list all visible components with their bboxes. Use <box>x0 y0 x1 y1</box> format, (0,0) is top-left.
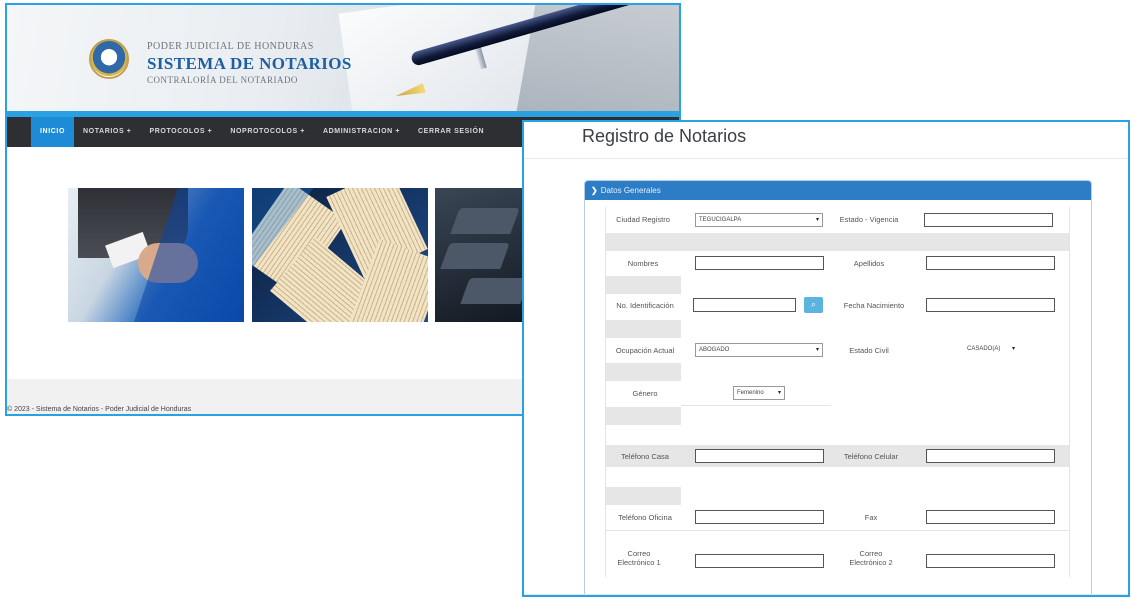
grid-line <box>1069 207 1070 577</box>
correo-2-label: Correo Electrónico 2 <box>849 549 893 567</box>
estado-civil-label: Estado Civil <box>849 346 889 355</box>
estado-civil-select[interactable]: CASADO(A) ▾ <box>964 343 1018 357</box>
separator-cell <box>605 487 681 505</box>
nombres-field[interactable] <box>695 256 824 270</box>
separator-cell <box>605 320 681 338</box>
nav-notarios[interactable]: NOTARIOS + <box>74 117 140 147</box>
estado-vigencia-label: Estado - Vigencia <box>839 215 899 224</box>
chevron-down-icon: ▾ <box>815 217 819 223</box>
grid-line <box>605 207 606 577</box>
correo-1-field[interactable] <box>695 554 824 568</box>
chevron-down-icon: ▾ <box>1011 346 1015 352</box>
separator-row <box>605 233 1069 251</box>
search-button[interactable]: ⌕ <box>804 297 823 313</box>
estado-vigencia-field[interactable] <box>924 213 1053 227</box>
chevron-right-icon: ❯ <box>591 186 598 195</box>
correo-1-label: Correo Electrónico 1 <box>617 549 661 567</box>
divider <box>605 530 1069 531</box>
fax-field[interactable] <box>926 510 1055 524</box>
nav-administracion[interactable]: ADMINISTRACION + <box>314 117 409 147</box>
judicial-seal-logo <box>89 39 129 79</box>
footer-copyright: © 2023 - Sistema de Notarios - Poder Jud… <box>7 406 192 413</box>
apellidos-field[interactable] <box>926 256 1055 270</box>
telefono-casa-field[interactable] <box>695 449 824 463</box>
genero-label: Género <box>632 389 658 398</box>
ciudad-registro-select[interactable]: TEGUCIGALPA ▾ <box>695 213 823 227</box>
genero-select[interactable]: Femenino ▾ <box>733 386 785 400</box>
telefono-celular-field[interactable] <box>926 449 1055 463</box>
nav-inicio[interactable]: INICIO <box>31 117 74 147</box>
fecha-nacimiento-label: Fecha Nacimiento <box>843 301 905 310</box>
file-folders-image <box>435 188 535 322</box>
header-banner: PODER JUDICIAL DE HONDURAS SISTEMA DE NO… <box>7 5 679 117</box>
books-image <box>252 188 428 322</box>
telefono-casa-label: Teléfono Casa <box>621 452 669 461</box>
nombres-label: Nombres <box>627 259 659 268</box>
system-name: SISTEMA DE NOTARIOS <box>147 54 352 73</box>
registration-window: Registro de Notarios ❯ Datos Generales Ci… <box>522 120 1130 597</box>
department-name: CONTRALORÍA DEL NOTARIADO <box>147 75 298 85</box>
ocupacion-select[interactable]: ABOGADO ▾ <box>695 343 823 357</box>
separator-cell <box>605 363 681 381</box>
telefono-oficina-field[interactable] <box>695 510 824 524</box>
identificacion-field[interactable] <box>693 298 796 312</box>
nav-noprotocolos[interactable]: NOPROTOCOLOS + <box>221 117 314 147</box>
panel-title: Datos Generales <box>600 186 661 195</box>
correo-2-field[interactable] <box>926 554 1055 568</box>
page-title: Registro de Notarios <box>582 126 747 146</box>
panel-header[interactable]: ❯ Datos Generales <box>585 181 1091 200</box>
search-icon: ⌕ <box>811 300 816 309</box>
divider <box>681 405 831 406</box>
window-bottom-edge <box>524 594 1128 595</box>
identificacion-label: No. Identificación <box>616 301 674 310</box>
datos-generales-panel: ❯ Datos Generales Ciudad Registro TEGUCIG… <box>584 180 1092 595</box>
fecha-nacimiento-field[interactable] <box>926 298 1055 312</box>
fax-label: Fax <box>864 513 878 522</box>
ciudad-registro-label: Ciudad Registro <box>616 215 670 224</box>
apellidos-label: Apellidos <box>853 259 885 268</box>
nav-protocolos[interactable]: PROTOCOLOS + <box>140 117 221 147</box>
telefono-oficina-label: Teléfono Oficina <box>618 513 672 522</box>
separator-cell <box>605 276 681 294</box>
telefono-celular-label: Teléfono Celular <box>843 452 899 461</box>
separator-cell <box>605 407 681 425</box>
chevron-down-icon: ▾ <box>777 390 781 396</box>
business-hand-image <box>68 188 244 322</box>
org-name: PODER JUDICIAL DE HONDURAS <box>147 41 314 52</box>
nav-cerrar-sesion[interactable]: CERRAR SESIÓN <box>409 117 493 147</box>
chevron-down-icon: ▾ <box>815 347 819 353</box>
banner-text: PODER JUDICIAL DE HONDURAS SISTEMA DE NO… <box>147 41 352 85</box>
ocupacion-label: Ocupación Actual <box>615 346 675 355</box>
title-divider <box>524 158 1128 159</box>
